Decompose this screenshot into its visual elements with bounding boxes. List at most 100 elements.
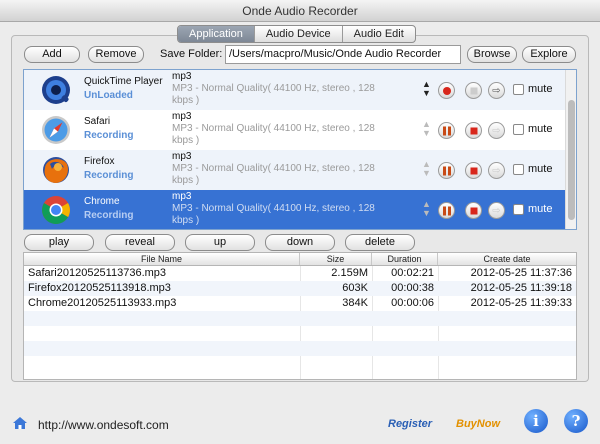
help-icon[interactable]: ? [564, 409, 588, 433]
reveal-button[interactable]: reveal [105, 234, 175, 251]
column-header-duration[interactable]: Duration [372, 253, 438, 265]
file-size-cell: 603K [342, 282, 368, 294]
create-date-cell: 2012-05-25 11:37:36 [470, 267, 572, 279]
duration-cell: 00:00:06 [391, 297, 434, 309]
app-status: Recording [84, 170, 134, 181]
column-header-file-name[interactable]: File Name [24, 253, 300, 265]
info-icon[interactable]: i [524, 409, 548, 433]
quality-line-2: kbps ) [172, 135, 200, 146]
tab-audio-edit[interactable]: Audio Edit [343, 26, 415, 42]
empty-row [24, 326, 576, 341]
add-button[interactable]: Add [24, 46, 80, 63]
empty-row [24, 311, 576, 326]
mute-checkbox[interactable] [513, 164, 524, 175]
mute-checkbox[interactable] [513, 204, 524, 215]
app-name: Safari [84, 116, 111, 127]
column-header-create-date[interactable]: Create date [438, 253, 576, 265]
app-row-safari[interactable]: Safari Recording mp3 MP3 - Normal Qualit… [24, 110, 566, 150]
table-row[interactable]: Chrome20120525113933.mp3 384K 00:00:06 2… [24, 296, 576, 311]
mute-checkbox[interactable] [513, 84, 524, 95]
format-value[interactable]: mp3 [172, 71, 191, 82]
route-button[interactable]: ⇨ [488, 122, 505, 139]
recorded-files-table[interactable]: File Name Size Duration Create date Safa… [23, 252, 577, 380]
duration-cell: 00:00:38 [391, 282, 434, 294]
format-stepper-icon: ▲ ▼ [422, 159, 431, 178]
create-date-cell: 2012-05-25 11:39:33 [470, 297, 572, 309]
pause-icon [442, 166, 451, 175]
pause-button[interactable] [438, 122, 455, 139]
stop-button[interactable] [465, 82, 482, 99]
duration-cell: 00:02:21 [391, 267, 434, 279]
stop-icon [470, 127, 477, 134]
explore-button[interactable]: Explore [522, 46, 576, 63]
mute-label: mute [528, 203, 553, 215]
home-icon[interactable] [12, 416, 28, 430]
format-stepper-icon: ▲ ▼ [422, 199, 431, 218]
route-icon: ⇨ [492, 125, 501, 136]
pause-icon [442, 206, 451, 215]
register-link[interactable]: Register [388, 418, 432, 430]
stop-button[interactable] [465, 162, 482, 179]
browse-button[interactable]: Browse [467, 46, 517, 63]
save-folder-label: Save Folder: [160, 48, 223, 60]
firefox-icon [43, 157, 69, 183]
format-stepper-icon[interactable]: ▲ ▼ [422, 80, 431, 98]
mute-label: mute [528, 163, 553, 175]
stop-icon [470, 87, 477, 94]
table-row[interactable]: Firefox20120525113918.mp3 603K 00:00:38 … [24, 281, 576, 296]
quality-line-1: MP3 - Normal Quality( 44100 Hz, stereo ,… [172, 83, 375, 94]
vertical-scrollbar[interactable] [565, 70, 576, 229]
application-list[interactable]: QuickTime Player UnLoaded mp3 MP3 - Norm… [23, 69, 577, 230]
tab-bar: Application Audio Device Audio Edit [177, 25, 416, 43]
route-button[interactable]: ⇨ [488, 202, 505, 219]
route-button[interactable]: ⇨ [488, 162, 505, 179]
quality-line-1: MP3 - Normal Quality( 44100 Hz, stereo ,… [172, 163, 375, 174]
stop-icon [470, 207, 477, 214]
route-icon: ⇨ [492, 205, 501, 216]
buy-now-link[interactable]: BuyNow [456, 418, 500, 430]
website-link[interactable]: http://www.ondesoft.com [38, 418, 169, 432]
route-button[interactable]: ⇨ [488, 82, 505, 99]
route-icon: ⇨ [492, 165, 501, 176]
format-value[interactable]: mp3 [172, 191, 191, 202]
pause-button[interactable] [438, 162, 455, 179]
format-stepper-icon: ▲ ▼ [422, 119, 431, 138]
create-date-cell: 2012-05-25 11:39:18 [470, 282, 572, 294]
file-name-cell: Firefox20120525113918.mp3 [28, 282, 171, 294]
pause-button[interactable] [438, 202, 455, 219]
down-button[interactable]: down [265, 234, 335, 251]
stop-button[interactable] [465, 122, 482, 139]
app-status: UnLoaded [84, 90, 133, 101]
format-value[interactable]: mp3 [172, 151, 191, 162]
mute-label: mute [528, 83, 553, 95]
save-folder-field[interactable]: /Users/macpro/Music/Onde Audio Recorder [225, 45, 461, 64]
app-name: Chrome [84, 196, 120, 207]
table-row[interactable]: Safari20120525113736.mp3 2.159M 00:02:21… [24, 266, 576, 281]
record-icon [442, 86, 451, 95]
delete-button[interactable]: delete [345, 234, 415, 251]
app-name: QuickTime Player [84, 76, 163, 87]
stop-button[interactable] [465, 202, 482, 219]
mute-checkbox[interactable] [513, 124, 524, 135]
play-button[interactable]: play [24, 234, 94, 251]
app-row-firefox[interactable]: Firefox Recording mp3 MP3 - Normal Quali… [24, 150, 566, 190]
up-button[interactable]: up [185, 234, 255, 251]
quality-line-1: MP3 - Normal Quality( 44100 Hz, stereo ,… [172, 203, 375, 214]
tab-audio-device[interactable]: Audio Device [255, 26, 343, 42]
empty-row [24, 341, 576, 356]
app-row-chrome[interactable]: Chrome Recording mp3 MP3 - Normal Qualit… [24, 190, 566, 229]
remove-button[interactable]: Remove [88, 46, 144, 63]
app-row-quicktime[interactable]: QuickTime Player UnLoaded mp3 MP3 - Norm… [24, 70, 566, 110]
scrollbar-thumb[interactable] [568, 100, 575, 220]
route-icon: ⇨ [492, 85, 501, 96]
empty-row [24, 356, 576, 371]
file-name-cell: Chrome20120525113933.mp3 [28, 297, 177, 309]
tab-application[interactable]: Application [178, 26, 255, 42]
safari-icon [42, 116, 70, 144]
app-status: Recording [84, 210, 134, 221]
file-name-cell: Safari20120525113736.mp3 [28, 267, 167, 279]
record-button[interactable] [438, 82, 455, 99]
mute-label: mute [528, 123, 553, 135]
column-header-size[interactable]: Size [300, 253, 372, 265]
format-value[interactable]: mp3 [172, 111, 191, 122]
